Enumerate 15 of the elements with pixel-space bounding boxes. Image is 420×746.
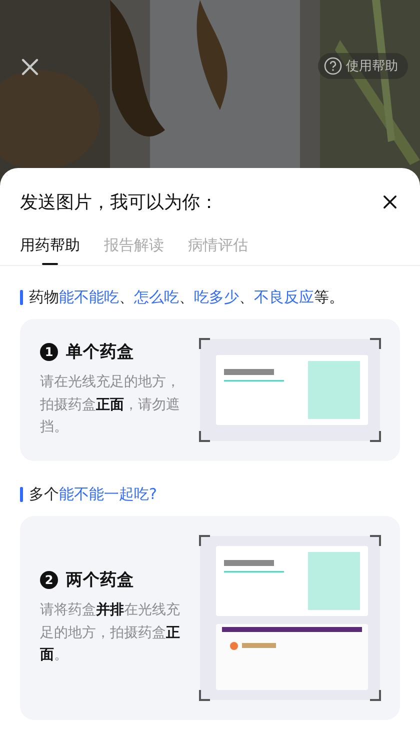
card-title: 两个药盒 — [66, 568, 134, 591]
accent-bar — [20, 290, 23, 305]
sheet-title: 发送图片，我可以为你： — [20, 191, 218, 214]
step-number: 2 — [40, 570, 58, 589]
question-icon — [324, 57, 342, 75]
card-description: 请在光线充足的地方，拍摄药盒正面，请勿遮挡。 — [40, 372, 181, 438]
help-button[interactable]: 使用帮助 — [318, 53, 408, 79]
section-heading: 药物能不能吃、怎么吃、吃多少、不良反应等。 — [29, 288, 344, 307]
card-description: 请将药盒并排在光线充足的地方，拍摄药盒正面。 — [40, 600, 181, 666]
accent-bar — [20, 487, 23, 502]
section-heading: 多个能不能一起吃? — [29, 485, 157, 504]
step-number: 1 — [40, 342, 58, 361]
close-icon[interactable] — [382, 194, 398, 210]
card-title: 单个药盒 — [66, 340, 134, 363]
tab[interactable]: 用药帮助 — [20, 236, 80, 265]
